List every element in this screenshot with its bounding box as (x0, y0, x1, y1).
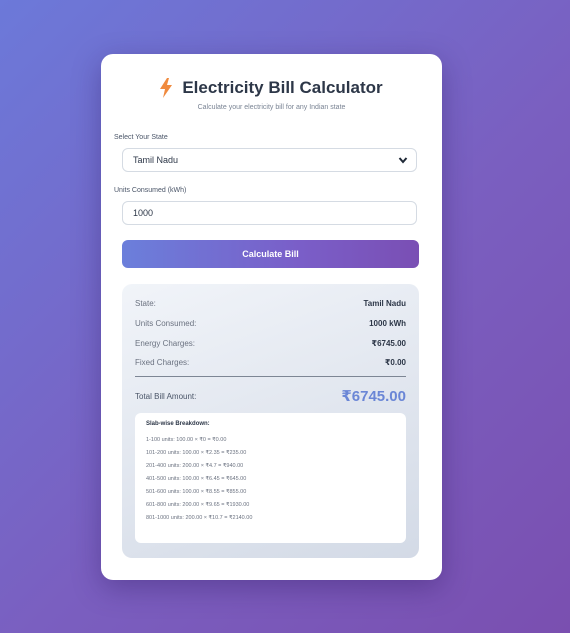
breakdown-line: 401-500 units: 100.00 × ₹6.45 = ₹645.00 (146, 476, 247, 482)
slab-breakdown: Slab-wise Breakdown: 1-100 units: 100.00… (135, 413, 406, 543)
calculator-card: Electricity Bill Calculator Calculate yo… (101, 54, 442, 580)
units-input[interactable]: 1000 (122, 201, 417, 225)
lightning-bolt-icon (160, 78, 173, 98)
calculate-bill-button[interactable]: Calculate Bill (122, 240, 419, 268)
total-row: Total Bill Amount: ₹6745.00 (135, 387, 406, 405)
breakdown-line: 201-400 units: 200.00 × ₹4.7 = ₹940.00 (146, 463, 244, 469)
result-panel: State: Tamil Nadu Units Consumed: 1000 k… (122, 284, 419, 558)
total-label: Total Bill Amount: (135, 391, 197, 401)
state-select[interactable]: Tamil Nadu (122, 148, 417, 172)
page-subtitle: Calculate your electricity bill for any … (197, 104, 346, 111)
units-input-value: 1000 (133, 208, 154, 218)
result-row-energy: Energy Charges: ₹6745.00 (135, 339, 406, 348)
breakdown-title: Slab-wise Breakdown: (146, 421, 210, 427)
breakdown-line: 601-800 units: 200.00 × ₹9.65 = ₹1930.00 (146, 502, 250, 508)
breakdown-line: 501-600 units: 100.00 × ₹8.55 = ₹855.00 (146, 489, 247, 495)
header: Electricity Bill Calculator (101, 78, 442, 98)
state-label: Select Your State (114, 134, 168, 141)
result-divider (135, 376, 406, 377)
result-row-units: Units Consumed: 1000 kWh (135, 319, 406, 328)
breakdown-line: 801-1000 units: 200.00 × ₹10.7 = ₹2140.0… (146, 515, 253, 521)
breakdown-line: 1-100 units: 100.00 × ₹0 = ₹0.00 (146, 437, 227, 443)
state-select-value: Tamil Nadu (133, 155, 179, 165)
units-label: Units Consumed (kWh) (114, 187, 187, 194)
result-row-fixed: Fixed Charges: ₹0.00 (135, 358, 406, 367)
chevron-down-icon (398, 157, 408, 164)
breakdown-line: 101-200 units: 100.00 × ₹2.35 = ₹235.00 (146, 450, 247, 456)
total-amount: ₹6745.00 (341, 388, 406, 405)
result-row-state: State: Tamil Nadu (135, 299, 406, 308)
page-title: Electricity Bill Calculator (182, 78, 383, 97)
